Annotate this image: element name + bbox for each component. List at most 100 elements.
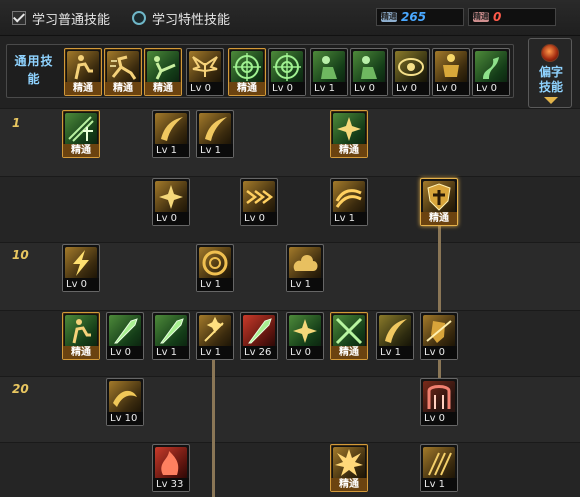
skill-level: Lv 1 xyxy=(331,212,367,225)
points-blue: 精通 265 xyxy=(376,8,464,26)
common-skill-1[interactable]: 精通 xyxy=(64,48,102,96)
tree-skill-16[interactable]: Lv 26 xyxy=(240,312,278,360)
skill-level: Lv 0 xyxy=(63,278,99,291)
skill-level: Lv 0 xyxy=(269,82,305,95)
chevron-down-icon[interactable] xyxy=(544,97,558,104)
whirl-icon xyxy=(199,247,231,279)
common-skill-2[interactable]: 精通 xyxy=(104,48,142,96)
common-skill-4[interactable]: Lv 0 xyxy=(186,48,224,96)
tree-skill-21[interactable]: Lv 10 xyxy=(106,378,144,426)
figure-seated-icon xyxy=(65,315,97,347)
burst-icon xyxy=(333,113,365,145)
common-skill-6[interactable]: Lv 0 xyxy=(268,48,306,96)
dragon-icon xyxy=(475,51,507,83)
common-skill-9[interactable]: Lv 0 xyxy=(392,48,430,96)
tree-skill-22[interactable]: Lv 0 xyxy=(420,378,458,426)
tree-skill-17[interactable]: Lv 0 xyxy=(286,312,324,360)
skill-level: Lv 0 xyxy=(393,82,429,95)
tab-learn-special-skills[interactable]: 学习特性技能 xyxy=(132,8,230,28)
points-blue-tag: 精通 xyxy=(381,12,397,22)
checkbox-icon xyxy=(12,11,26,25)
side-skill-panel[interactable]: 偏字 技能 xyxy=(528,38,572,108)
skill-level: Lv 0 xyxy=(107,346,143,359)
tree-skill-8[interactable]: 精通 xyxy=(420,178,458,226)
blade-icon xyxy=(155,315,187,347)
skill-tree: 1 10 20 xyxy=(0,108,580,497)
target-icon xyxy=(231,51,263,83)
orb-icon xyxy=(541,44,559,62)
skill-level: 精通 xyxy=(331,144,367,157)
tree-skill-11[interactable]: Lv 1 xyxy=(286,244,324,292)
common-skill-10[interactable]: Lv 0 xyxy=(432,48,470,96)
tree-skill-5[interactable]: Lv 0 xyxy=(152,178,190,226)
skill-level: 精通 xyxy=(331,346,367,359)
tree-skill-19[interactable]: Lv 1 xyxy=(376,312,414,360)
side-label-2: 技能 xyxy=(538,80,563,94)
prerequisite-line xyxy=(212,358,215,497)
skill-level: Lv 0 xyxy=(351,82,387,95)
skill-level: Lv 0 xyxy=(473,82,509,95)
tree-skill-25[interactable]: Lv 1 xyxy=(420,444,458,492)
burst-icon xyxy=(155,181,187,213)
tree-skill-4[interactable]: 精通 xyxy=(330,110,368,158)
target-icon xyxy=(271,51,303,83)
shield-slash-icon xyxy=(423,315,455,347)
tree-skill-12[interactable]: 精通 xyxy=(62,312,100,360)
skill-level: Lv 1 xyxy=(197,144,233,157)
rain-slash-icon xyxy=(423,447,455,479)
tree-skill-23[interactable]: Lv 33 xyxy=(152,444,190,492)
skill-level: Lv 0 xyxy=(241,212,277,225)
tab-learn-normal-skills[interactable]: 学习普通技能 xyxy=(12,8,110,28)
tree-skill-10[interactable]: Lv 1 xyxy=(196,244,234,292)
skill-level: Lv 1 xyxy=(197,346,233,359)
tree-skill-18[interactable]: 精通 xyxy=(330,312,368,360)
skill-level: 精通 xyxy=(145,82,181,95)
points-red: 精通 0 xyxy=(468,8,556,26)
row-label-20: 20 xyxy=(12,382,29,396)
skill-level: Lv 1 xyxy=(311,82,347,95)
tree-skill-13[interactable]: Lv 0 xyxy=(106,312,144,360)
explosion-icon xyxy=(333,447,365,479)
common-skill-7[interactable]: Lv 1 xyxy=(310,48,348,96)
tree-skill-6[interactable]: Lv 0 xyxy=(240,178,278,226)
skill-level: 精通 xyxy=(331,478,367,491)
tree-skill-9[interactable]: Lv 0 xyxy=(62,244,100,292)
figure-dash-icon xyxy=(107,51,139,83)
wave-slash-icon xyxy=(333,181,365,213)
tree-skill-14[interactable]: Lv 1 xyxy=(152,312,190,360)
skill-level: Lv 10 xyxy=(107,412,143,425)
skill-level: 精通 xyxy=(421,212,457,225)
skill-level: Lv 1 xyxy=(377,346,413,359)
common-skill-5[interactable]: 精通 xyxy=(228,48,266,96)
row-label-10: 10 xyxy=(12,248,29,262)
shield-cross-icon xyxy=(423,181,455,213)
tree-skill-3[interactable]: Lv 1 xyxy=(196,110,234,158)
skill-level: Lv 1 xyxy=(287,278,323,291)
skill-level: Lv 1 xyxy=(153,346,189,359)
tree-skill-7[interactable]: Lv 1 xyxy=(330,178,368,226)
common-skill-8[interactable]: Lv 0 xyxy=(350,48,388,96)
tree-skill-2[interactable]: Lv 1 xyxy=(152,110,190,158)
skill-level: 精通 xyxy=(63,144,99,157)
sparkle-icon xyxy=(199,315,231,347)
common-skill-label: 通用技能 xyxy=(14,54,54,86)
tree-skill-15[interactable]: Lv 1 xyxy=(196,312,234,360)
slash-text-icon xyxy=(65,113,97,145)
skill-level: Lv 0 xyxy=(421,346,457,359)
tab-learn-normal-label: 学习普通技能 xyxy=(32,12,111,28)
figure-kick-icon xyxy=(147,51,179,83)
crescent-slash-icon xyxy=(379,315,411,347)
cloud-icon xyxy=(289,247,321,279)
arrows-icon xyxy=(243,181,275,213)
tree-skill-1[interactable]: 精通 xyxy=(62,110,100,158)
lightning-icon xyxy=(65,247,97,279)
figure-seated-icon xyxy=(67,51,99,83)
skill-level: 精通 xyxy=(229,82,265,95)
armor-figure-icon xyxy=(435,51,467,83)
tree-skill-20[interactable]: Lv 0 xyxy=(420,312,458,360)
common-skill-11[interactable]: Lv 0 xyxy=(472,48,510,96)
tree-skill-24[interactable]: 精通 xyxy=(330,444,368,492)
common-skill-3[interactable]: 精通 xyxy=(144,48,182,96)
eye-icon xyxy=(395,51,427,83)
side-label-1: 偏字 xyxy=(538,65,563,79)
